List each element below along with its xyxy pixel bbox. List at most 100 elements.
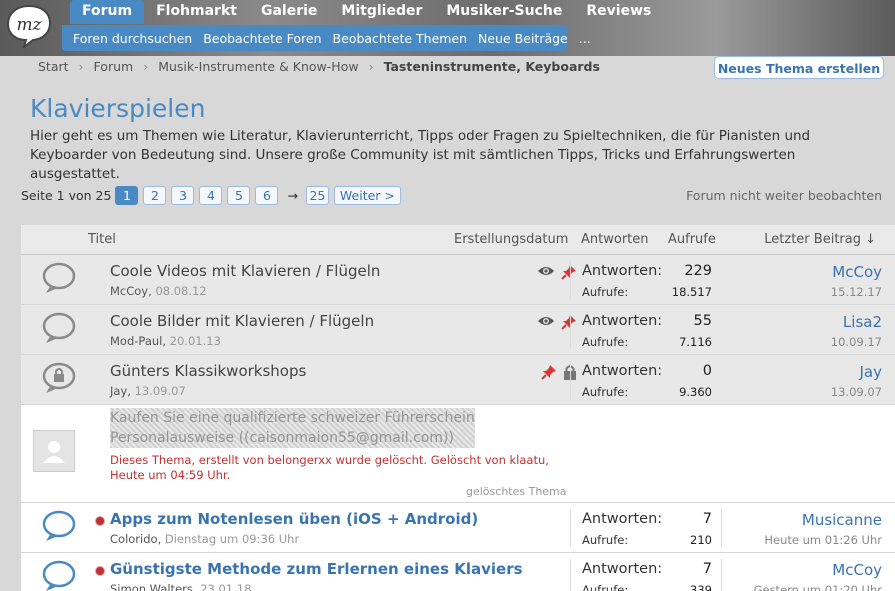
- subnav-new-posts[interactable]: Neue Beiträge: [467, 31, 568, 46]
- replies-label: Antworten:: [582, 511, 663, 527]
- subnav-watched-threads[interactable]: Beobachtete Themen: [322, 31, 468, 46]
- breadcrumb: Start › Forum › Musik-Instrumente & Know…: [38, 59, 600, 74]
- page-link-4[interactable]: 4: [199, 186, 223, 205]
- page-link-3[interactable]: 3: [171, 186, 195, 205]
- last-post-user[interactable]: McCoy: [832, 263, 882, 281]
- last-post-user[interactable]: Lisa2: [843, 313, 882, 331]
- default-avatar-icon: [43, 441, 65, 463]
- last-post-date[interactable]: Gestern um 01:20 Uhr: [754, 583, 882, 591]
- last-post-date[interactable]: Heute um 01:26 Uhr: [764, 533, 882, 547]
- subnav-search-forums[interactable]: Foren durchsuchen: [62, 31, 192, 46]
- speech-bubble-icon: [42, 312, 76, 343]
- nav-tab-flohmarkt[interactable]: Flohmarkt: [144, 0, 249, 24]
- spam-line-2: Personalausweise ((caisonmaion55@gmail.c…: [110, 430, 454, 446]
- breadcrumb-sep: ›: [143, 59, 149, 74]
- page-description: Hier geht es um Themen wie Literatur, Kl…: [30, 128, 811, 182]
- thread-date: 13.09.07: [134, 384, 186, 398]
- unwatch-forum-link[interactable]: Forum nicht weiter beobachten: [686, 188, 882, 203]
- svg-text:mz: mz: [16, 15, 42, 35]
- last-post-user[interactable]: Jay: [860, 363, 883, 381]
- column-divider: [570, 311, 571, 349]
- thread-date: 08.08.12: [155, 284, 207, 298]
- nav-tab-galerie[interactable]: Galerie: [249, 0, 329, 24]
- last-post-date[interactable]: 15.12.17: [831, 285, 882, 299]
- column-divider: [570, 509, 571, 547]
- breadcrumb-start[interactable]: Start: [38, 59, 69, 74]
- new-thread-button[interactable]: Neues Thema erstellen: [714, 56, 884, 79]
- page-title: Klavierspielen: [30, 94, 206, 123]
- page-count-label: Seite 1 von 25: [21, 188, 112, 203]
- thread-author[interactable]: Mod-Paul: [110, 334, 162, 348]
- nav-tab-musiker-suche[interactable]: Musiker-Suche: [434, 0, 574, 24]
- thread-title[interactable]: Günstigste Methode zum Erlernen eines Kl…: [110, 560, 523, 578]
- deletion-notice: Dieses Thema, erstellt von belongerxx wu…: [110, 453, 549, 483]
- views-label: Aufrufe:: [582, 285, 629, 299]
- thread-row: Günstigste Methode zum Erlernen eines Kl…: [21, 553, 895, 591]
- thread-author[interactable]: Colorido: [110, 532, 158, 546]
- breadcrumb-category[interactable]: Musik-Instrumente & Know-How: [158, 59, 358, 74]
- col-created[interactable]: Erstellungsdatum: [454, 232, 568, 247]
- thread-title[interactable]: Günters Klassikworkshops: [110, 362, 306, 380]
- thread-author[interactable]: McCoy: [110, 284, 148, 298]
- avatar[interactable]: [33, 430, 75, 472]
- views-count: 339: [690, 583, 712, 591]
- last-post-date[interactable]: 10.09.17: [831, 335, 882, 349]
- thread-row: Apps zum Notenlesen üben (iOS + Android)…: [21, 503, 895, 553]
- thread-title[interactable]: Coole Bilder mit Klavieren / Flügeln: [110, 312, 374, 330]
- main-nav: Forum Flohmarkt Galerie Mitglieder Musik…: [70, 0, 663, 24]
- breadcrumb-current[interactable]: Tasteninstrumente, Keyboards: [384, 59, 600, 74]
- page-link-1[interactable]: 1: [115, 186, 139, 205]
- column-divider: [570, 361, 571, 399]
- replies-count: 0: [702, 363, 712, 379]
- thread-row: Günters Klassikworkshops Jay, 13.09.07 A…: [21, 355, 895, 405]
- subnav-watched-forums[interactable]: Beobachtete Foren: [192, 31, 321, 46]
- last-post-date[interactable]: 13.09.07: [831, 385, 882, 399]
- thread-meta: Simon Walters, 23.01.18: [110, 582, 251, 591]
- site-logo[interactable]: mz: [4, 2, 54, 48]
- thread-row: Coole Bilder mit Klavieren / Flügeln Mod…: [21, 305, 895, 355]
- nav-tab-mitglieder[interactable]: Mitglieder: [329, 0, 434, 24]
- thread-list-header: Titel Erstellungsdatum Antworten Aufrufe…: [21, 225, 895, 255]
- page-link-5[interactable]: 5: [227, 186, 251, 205]
- next-page-button[interactable]: Weiter >: [333, 186, 401, 205]
- thread-meta: McCoy, 08.08.12: [110, 284, 207, 298]
- thread-meta: Jay, 13.09.07: [110, 384, 186, 398]
- col-title[interactable]: Titel: [88, 232, 116, 247]
- nav-tab-reviews[interactable]: Reviews: [574, 0, 663, 24]
- last-post-user[interactable]: McCoy: [832, 561, 882, 579]
- col-views[interactable]: Aufrufe: [668, 232, 716, 247]
- page-link-2[interactable]: 2: [143, 186, 167, 205]
- replies-label: Antworten:: [582, 561, 663, 577]
- thread-title[interactable]: Apps zum Notenlesen üben (iOS + Android): [110, 510, 478, 528]
- deleted-thread-spam-text: Kaufen Sie eine qualifizierte schweizer …: [110, 408, 475, 448]
- thread-date: 20.01.13: [169, 334, 221, 348]
- page-link-6[interactable]: 6: [255, 186, 279, 205]
- thread-date: 23.01.18: [200, 582, 252, 591]
- replies-count: 55: [693, 313, 712, 329]
- col-replies[interactable]: Antworten: [581, 232, 649, 247]
- views-label: Aufrufe:: [582, 533, 629, 547]
- replies-label: Antworten:: [582, 313, 663, 329]
- thread-author[interactable]: Jay: [110, 384, 127, 398]
- last-post-user[interactable]: Musicanne: [802, 511, 882, 529]
- sticky-pin-icon: [561, 265, 576, 280]
- speech-bubble-icon: [42, 262, 76, 293]
- thread-title[interactable]: Coole Videos mit Klavieren / Flügeln: [110, 262, 380, 280]
- replies-label: Antworten:: [582, 263, 663, 279]
- page-link-last[interactable]: 25: [305, 186, 329, 205]
- nav-tab-forum[interactable]: Forum: [70, 0, 145, 24]
- col-last-post[interactable]: Letzter Beitrag ↓: [764, 232, 876, 247]
- column-divider: [721, 509, 722, 547]
- views-count: 210: [690, 533, 712, 547]
- views-label: Aufrufe:: [582, 385, 629, 399]
- thread-author[interactable]: Simon Walters: [110, 582, 193, 591]
- views-label: Aufrufe:: [582, 583, 629, 591]
- thread-status-icons: [541, 364, 577, 380]
- thread-date: Dienstag um 09:36 Uhr: [164, 532, 300, 546]
- locked-bubble-icon: [42, 362, 76, 393]
- replies-count: 7: [702, 511, 712, 527]
- breadcrumb-forum[interactable]: Forum: [94, 59, 134, 74]
- breadcrumb-sep: ›: [368, 59, 374, 74]
- subnav-more[interactable]: ...: [568, 31, 591, 46]
- replies-label: Antworten:: [582, 363, 663, 379]
